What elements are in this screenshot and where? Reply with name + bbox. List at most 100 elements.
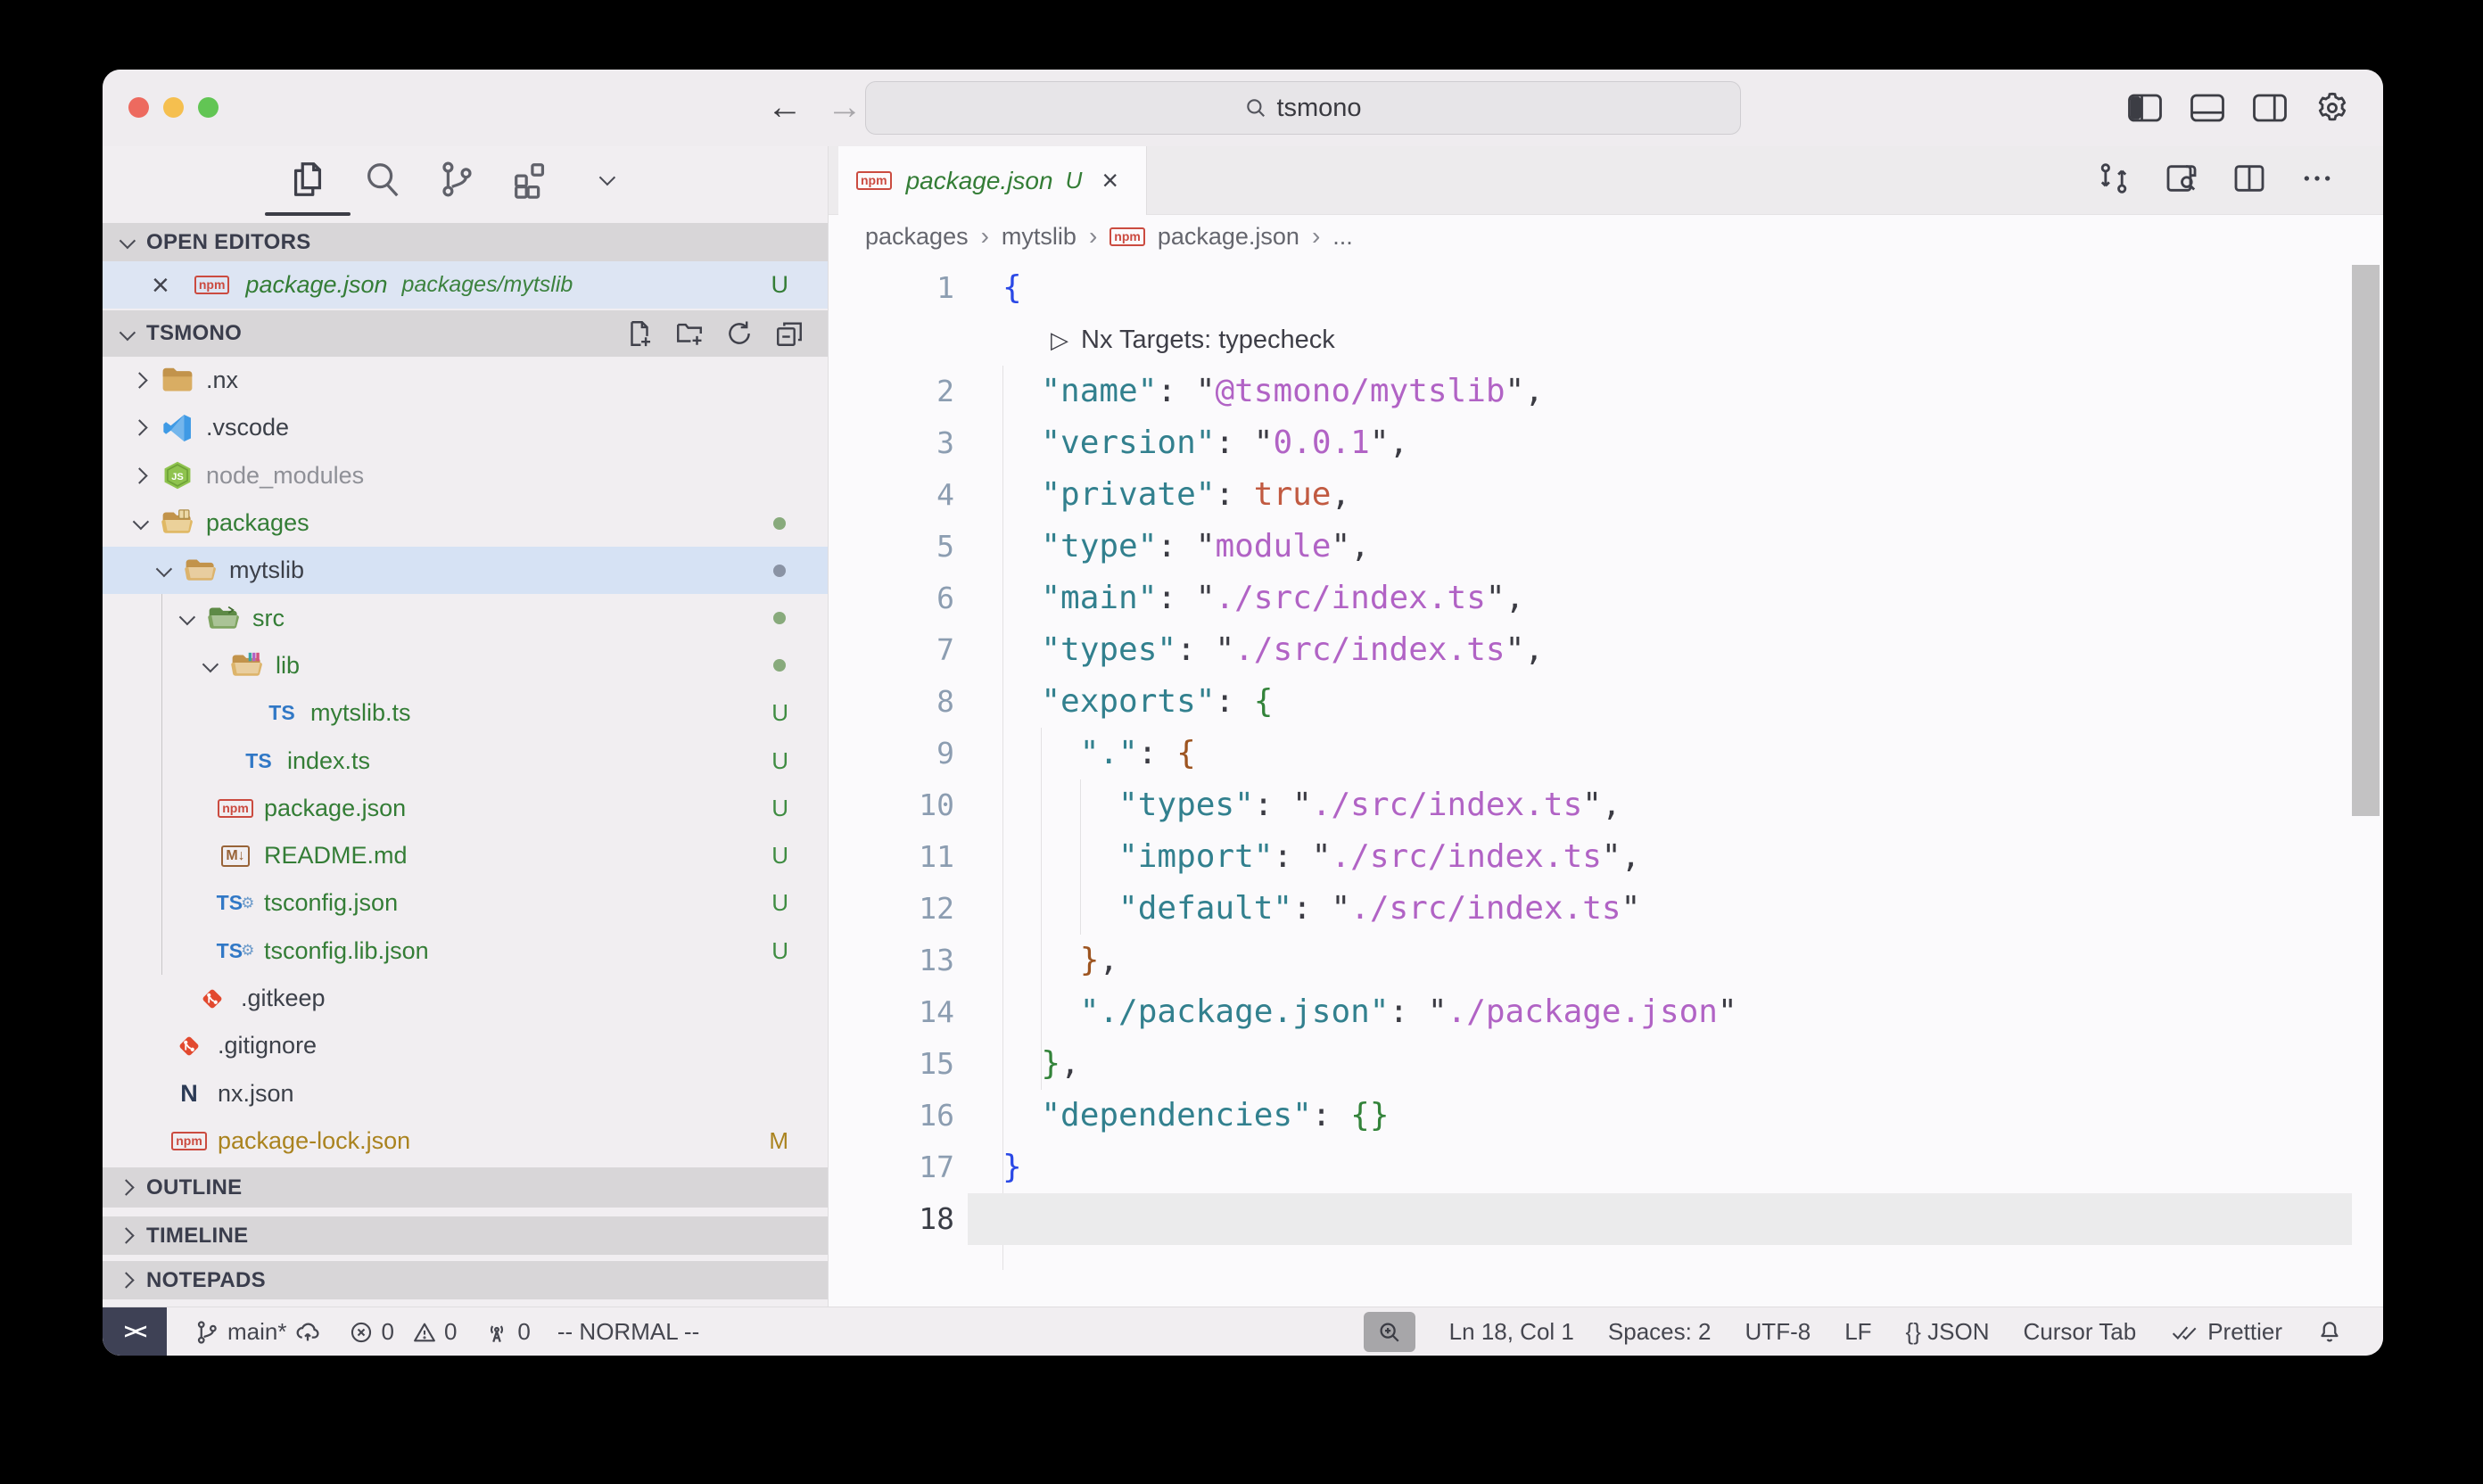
code-line-16[interactable]: 16 "dependencies": {} <box>829 1090 2352 1142</box>
code-line-17[interactable]: 17} <box>829 1142 2352 1193</box>
macos-minimize-button[interactable] <box>163 97 184 118</box>
open-editors-header[interactable]: OPEN EDITORS <box>103 223 828 261</box>
tree-item-nx-json[interactable]: Nnx.json <box>103 1069 828 1117</box>
brackets-icon: {} <box>1906 1318 1921 1345</box>
source-control-icon[interactable] <box>436 159 477 200</box>
explorer-section-header[interactable]: TSMONO <box>103 310 828 357</box>
zoom-indicator-button[interactable] <box>1364 1312 1415 1352</box>
language-mode-item[interactable]: {} JSON <box>1906 1318 1990 1346</box>
eol-item[interactable]: LF <box>1844 1318 1871 1346</box>
toggle-panel-icon[interactable] <box>2189 92 2226 124</box>
code-area[interactable]: 1{ ▷ Nx Targets: typecheck 2 "name": "@tsmo… <box>829 146 2383 1307</box>
cursor-position-item[interactable]: Ln 18, Col 1 <box>1449 1318 1574 1346</box>
navigate-forward-button[interactable]: → <box>827 87 862 127</box>
code-line-12[interactable]: 12 "default": "./src/index.ts" <box>829 883 2352 935</box>
toggle-secondary-sidebar-icon[interactable] <box>2251 92 2289 124</box>
macos-maximize-button[interactable] <box>198 97 219 118</box>
navigate-back-button[interactable]: ← <box>767 87 803 127</box>
tree-item--gitignore[interactable]: .gitignore <box>103 1022 828 1069</box>
chevron-down-icon[interactable] <box>179 609 195 625</box>
code-line-2[interactable]: 2 "name": "@tsmono/mytslib", <box>829 366 2352 417</box>
git-branch-icon <box>194 1319 220 1346</box>
code-line-10[interactable]: 10 "types": "./src/index.ts", <box>829 779 2352 831</box>
code-line-13[interactable]: 13 }, <box>829 935 2352 986</box>
explorer-files-icon[interactable] <box>287 159 328 200</box>
tree-item-mytslib[interactable]: mytslib <box>103 547 828 594</box>
close-editor-icon[interactable]: × <box>152 272 169 299</box>
collapse-all-icon[interactable] <box>774 318 804 349</box>
extensions-icon[interactable] <box>510 159 551 200</box>
tree-item-label: mytslib.ts <box>310 699 411 727</box>
code-line-1[interactable]: 1{ <box>829 262 2352 314</box>
code-line-9[interactable]: 9 ".": { <box>829 728 2352 779</box>
chevron-down-icon[interactable] <box>156 561 172 577</box>
ports-count: 0 <box>517 1318 530 1346</box>
search-panel-icon[interactable] <box>362 159 403 200</box>
tree-item--gitkeep[interactable]: .gitkeep <box>103 975 828 1022</box>
tree-item-src[interactable]: src <box>103 594 828 641</box>
line-content: "private": true, <box>1002 469 1350 521</box>
tree-item-mytslib-ts[interactable]: TSmytslib.tsU <box>103 689 828 737</box>
git-branch-item[interactable]: main* <box>194 1318 322 1346</box>
zoom-in-icon <box>1376 1319 1403 1346</box>
code-line-6[interactable]: 6 "main": "./src/index.ts", <box>829 573 2352 624</box>
new-file-icon[interactable] <box>624 318 655 349</box>
problems-item[interactable]: 0 0 <box>349 1318 457 1346</box>
command-center-search[interactable]: tsmono <box>865 81 1741 135</box>
tree-item-package-json[interactable]: npmpackage.jsonU <box>103 785 828 832</box>
code-line-15[interactable]: 15 }, <box>829 1038 2352 1090</box>
line-number: 6 <box>829 573 954 624</box>
chevron-right-icon[interactable] <box>131 372 147 388</box>
new-folder-icon[interactable] <box>674 318 705 349</box>
tree-item-index-ts[interactable]: TSindex.tsU <box>103 737 828 784</box>
timeline-section-header[interactable]: TIMELINE <box>103 1216 828 1255</box>
tree-item--nx[interactable]: .nx <box>103 357 828 404</box>
formatter-item[interactable]: Prettier <box>2170 1318 2282 1346</box>
code-line-5[interactable]: 5 "type": "module", <box>829 521 2352 573</box>
code-line-11[interactable]: 11 "import": "./src/index.ts", <box>829 831 2352 883</box>
codelens-label: Nx Targets: typecheck <box>1081 326 1335 355</box>
vim-mode-indicator[interactable]: -- NORMAL -- <box>557 1318 699 1346</box>
tree-item-package-lock-json[interactable]: npmpackage-lock.jsonM <box>103 1117 828 1165</box>
chevron-down-icon[interactable] <box>133 514 149 530</box>
encoding-item[interactable]: UTF-8 <box>1745 1318 1811 1346</box>
tree-item-tsconfig-lib-json[interactable]: TS⚙tsconfig.lib.jsonU <box>103 928 828 975</box>
code-line-18[interactable]: 18 <box>829 1193 2352 1245</box>
activity-bar <box>103 146 828 218</box>
scrollbar-thumb[interactable] <box>2352 265 2380 816</box>
chevron-right-icon[interactable] <box>131 467 147 483</box>
tree-item-packages[interactable]: packages <box>103 499 828 547</box>
run-target-icon[interactable]: ▷ <box>1051 326 1068 354</box>
tree-item-lib[interactable]: lib <box>103 642 828 689</box>
code-line-8[interactable]: 8 "exports": { <box>829 676 2352 728</box>
outline-section-header[interactable]: OUTLINE <box>103 1167 828 1208</box>
tree-item-tsconfig-json[interactable]: TS⚙tsconfig.jsonU <box>103 879 828 927</box>
search-icon <box>1244 96 1267 120</box>
ports-item[interactable]: 0 <box>483 1318 530 1346</box>
notifications-bell-icon[interactable] <box>2316 1319 2343 1346</box>
remote-indicator-button[interactable]: >< <box>103 1307 167 1356</box>
code-line-4[interactable]: 4 "private": true, <box>829 469 2352 521</box>
chevron-right-icon[interactable] <box>131 420 147 436</box>
open-editor-item[interactable]: × npm package.json packages/mytslib U <box>103 261 828 309</box>
code-line-7[interactable]: 7 "types": "./src/index.ts", <box>829 624 2352 676</box>
settings-gear-icon[interactable] <box>2314 89 2351 127</box>
tree-item-readme-md[interactable]: M↓README.mdU <box>103 832 828 879</box>
refresh-icon[interactable] <box>724 318 755 349</box>
code-line-14[interactable]: 14 "./package.json": "./package.json" <box>829 986 2352 1038</box>
activity-more-chevron-icon[interactable] <box>599 169 615 186</box>
notepads-section-header[interactable]: NOTEPADS <box>103 1261 828 1299</box>
macos-close-button[interactable] <box>128 97 149 118</box>
toggle-primary-sidebar-icon[interactable] <box>2126 92 2164 124</box>
workspace-title: TSMONO <box>146 321 242 346</box>
cursor-tab-item[interactable]: Cursor Tab <box>2024 1318 2137 1346</box>
git-icon <box>169 1033 209 1059</box>
chevron-down-icon[interactable] <box>202 656 219 672</box>
code-line-3[interactable]: 3 "version": "0.0.1", <box>829 417 2352 469</box>
line-number: 8 <box>829 676 954 728</box>
tree-item-node-modules[interactable]: JSnode_modules <box>103 452 828 499</box>
tree-item-label: package-lock.json <box>218 1127 410 1155</box>
indentation-item[interactable]: Spaces: 2 <box>1608 1318 1712 1346</box>
codelens-nx-targets[interactable]: ▷ Nx Targets: typecheck <box>1051 314 2299 366</box>
tree-item--vscode[interactable]: .vscode <box>103 404 828 451</box>
